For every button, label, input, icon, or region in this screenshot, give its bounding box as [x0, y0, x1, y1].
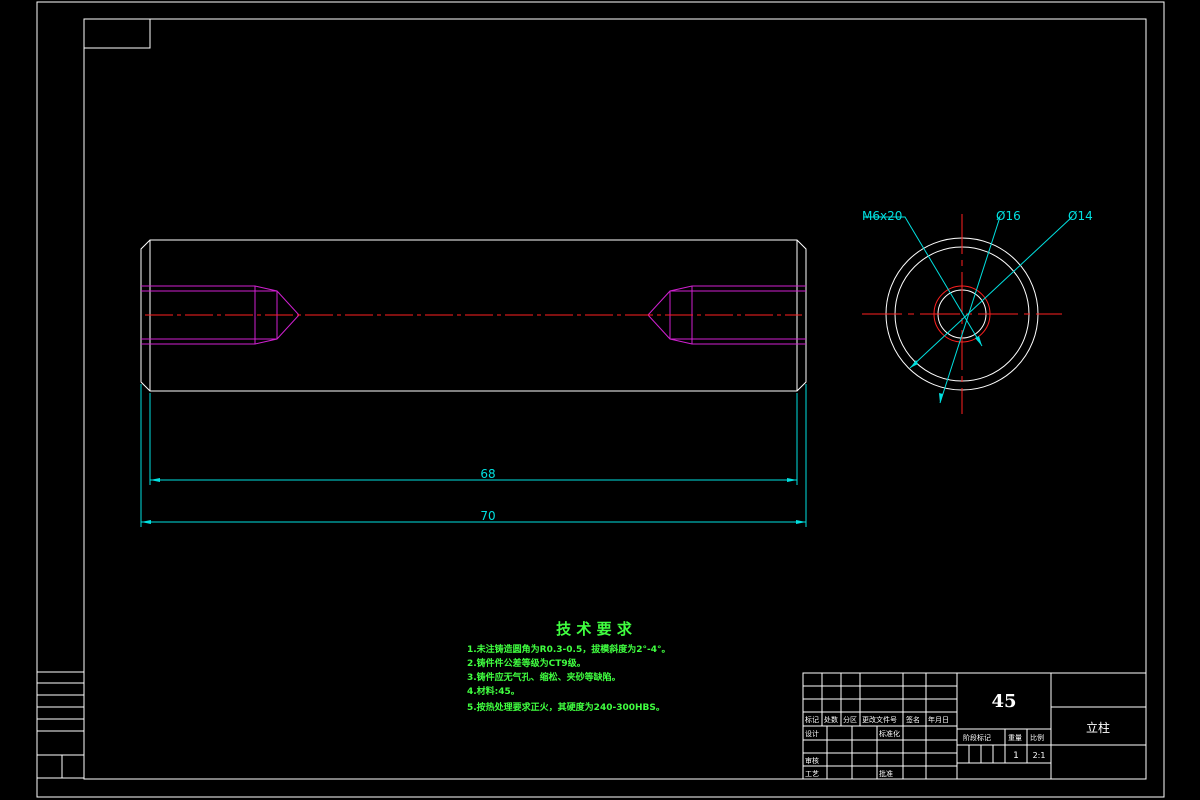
- part-name: 立柱: [1086, 720, 1110, 735]
- label-design: 设计: [805, 729, 819, 738]
- scale-value: 2:1: [1033, 751, 1046, 760]
- requirements-title: 技 术 要 求: [556, 620, 633, 638]
- dia14-label: Ø14: [1068, 209, 1093, 223]
- thread-label: M6x20: [862, 209, 902, 223]
- drawing-sheet: 68 70 M6x20 Ø16 Ø14 技 术 要 求 1.未注铸造圆角为R0.…: [36, 1, 1165, 798]
- label-signature: 签名: [906, 715, 920, 724]
- label-weight: 重量: [1008, 734, 1022, 742]
- inner-frame: [83, 18, 1147, 780]
- label-standardize: 标准化: [879, 729, 900, 738]
- dia14-leader: [909, 216, 1073, 369]
- front-view: 68 70: [140, 239, 807, 527]
- label-zone: 分区: [843, 715, 857, 724]
- label-approve: 批准: [879, 769, 893, 778]
- requirement-item: 5.按热处理要求正火，其硬度为240-300HBS。: [467, 701, 665, 713]
- label-process: 工艺: [805, 770, 819, 778]
- requirement-item: 1.未注铸造圆角为R0.3-0.5，拔模斜度为2°-4°。: [467, 643, 671, 655]
- label-count: 处数: [824, 715, 838, 724]
- label-date: 年月日: [928, 715, 949, 724]
- label-ratio: 比例: [1030, 733, 1044, 742]
- dia16-leader: [939, 216, 1001, 404]
- dimension-70: 70: [140, 384, 807, 527]
- label-mark: 标记: [805, 715, 819, 724]
- requirement-item: 2.铸件件公差等级为CT9级。: [467, 657, 586, 669]
- label-stage-mark: 阶段标记: [963, 733, 991, 742]
- side-view: M6x20 Ø16 Ø14: [862, 209, 1093, 414]
- material-value: 45: [991, 691, 1016, 712]
- dia16-label: Ø16: [996, 209, 1021, 223]
- title-block: 标记 处数 分区 更改文件号 签名 年月日 设计 标准化 审核 工艺 批准 阶段…: [802, 672, 1147, 780]
- quantity-value: 1: [1013, 751, 1019, 761]
- requirement-item: 4.材料:45。: [467, 685, 520, 697]
- requirement-item: 3.铸件应无气孔、缩松、夹砂等缺陷。: [467, 671, 621, 683]
- label-change-doc: 更改文件号: [862, 715, 897, 724]
- left-strip: [36, 671, 85, 779]
- corner-box: [83, 18, 151, 49]
- technical-requirements: 技 术 要 求 1.未注铸造圆角为R0.3-0.5，拔模斜度为2°-4°。 2.…: [467, 620, 671, 713]
- dimension-68: 68: [149, 393, 798, 485]
- dim-70-label: 70: [480, 509, 495, 523]
- dim-68-label: 68: [480, 467, 495, 481]
- label-review: 审核: [805, 756, 819, 765]
